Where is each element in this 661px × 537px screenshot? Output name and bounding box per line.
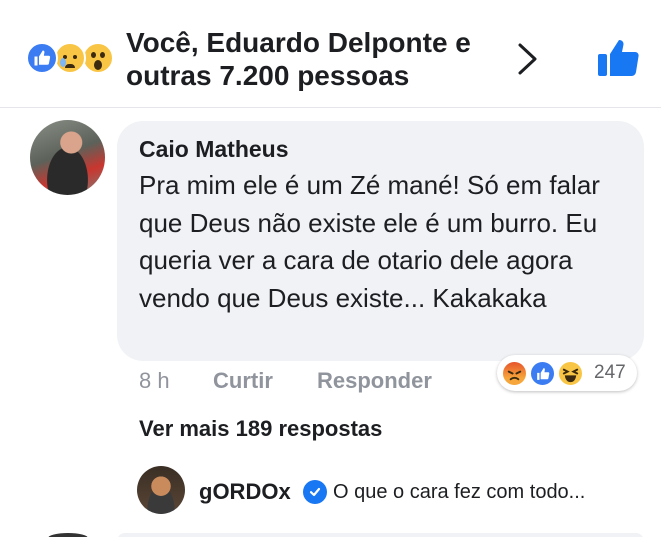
reply-preview-text[interactable]: O que o cara fez com todo... [333,481,639,504]
reaction-icons [26,41,126,75]
next-avatar [48,533,88,537]
comment-text: Pra mim ele é um Zé mané! Só em falar qu… [139,170,600,313]
reactions-summary-text[interactable]: Você, Eduardo Delponte e outras 7.200 pe… [126,26,496,92]
reply-avatar[interactable] [137,466,185,514]
reply-author[interactable]: gORDOx [199,479,291,505]
like-link[interactable]: Curtir [213,368,273,394]
view-more-replies-link[interactable]: Ver mais 189 respostas [139,416,382,442]
next-comment-bubble [117,533,644,537]
comment-timestamp[interactable]: 8 h [139,368,170,394]
like-icon [529,360,556,387]
wow-icon [82,42,114,74]
like-icon [26,42,58,74]
sad-icon [54,42,86,74]
verified-badge-icon [303,480,327,504]
avatar[interactable] [30,120,105,195]
comment-author[interactable]: Caio Matheus [139,136,289,163]
reply-link[interactable]: Responder [317,368,432,394]
haha-icon [557,360,584,387]
reaction-count: 247 [594,362,626,383]
chevron-right-icon[interactable] [512,40,542,78]
comment-reactions-badge[interactable]: 247 [497,355,637,391]
reactions-summary-bar[interactable]: Você, Eduardo Delponte e outras 7.200 pe… [0,0,661,108]
like-button-icon[interactable] [597,38,639,78]
angry-icon [501,360,528,387]
